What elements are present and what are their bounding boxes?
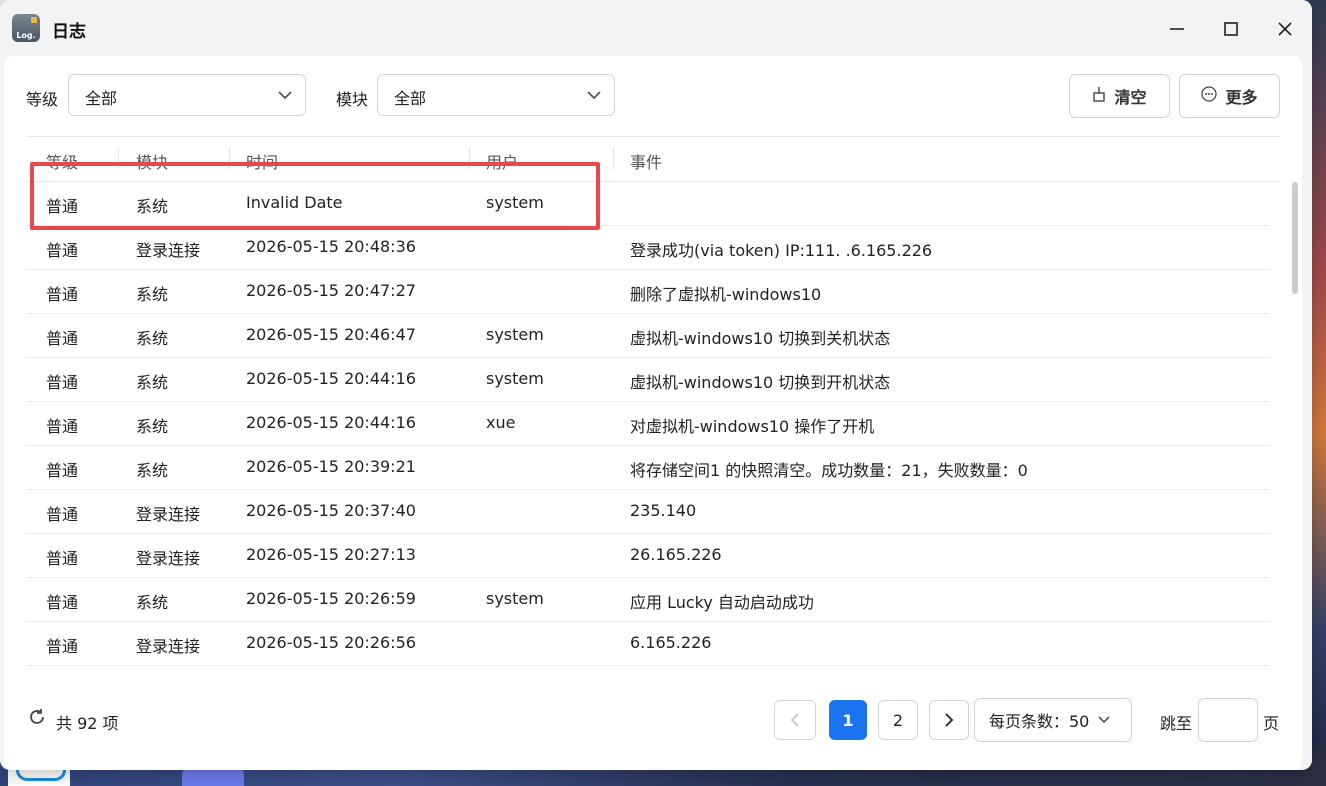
more-button-label: 更多 [1225,88,1258,107]
row-user: system [486,589,544,608]
row-module: 登录连接 [136,505,201,524]
page-suffix-label: 页 [1263,714,1280,733]
row-event: 应用 Lucky 自动启动成功 [630,593,814,612]
page-size-value: 每页条数：50 [989,712,1090,731]
total-count: 共 92 项 [56,714,119,733]
row-time: 2026-05-15 20:47:27 [246,281,416,300]
row-module: 系统 [136,593,169,612]
row-event: 虚拟机-windows10 切换到关机状态 [630,329,891,348]
highlight-box [30,162,600,230]
chevron-down-icon [1098,716,1110,724]
row-time: 2026-05-15 20:26:56 [246,633,416,652]
chevron-left-icon [790,713,799,727]
row-event: 235.140 [630,501,697,520]
row-event: 将存储空间1 的快照清空。成功数量：21，失败数量：0 [630,461,1028,480]
refresh-icon[interactable] [28,708,46,731]
row-event: 26.165.226 [630,545,722,564]
level-filter-value: 全部 [85,89,118,108]
row-time: 2026-05-15 20:46:47 [246,325,416,344]
row-module: 系统 [136,373,169,392]
table-row[interactable]: 普通 系统 2026-05-15 20:39:21 将存储空间1 的快照清空。成功数量… [26,445,1270,490]
row-event: 对虚拟机-windows10 操作了开机 [630,417,875,436]
clear-button-label: 清空 [1114,88,1147,107]
row-event: 虚拟机-windows10 切换到开机状态 [630,373,891,392]
column-divider [613,147,614,169]
row-event: 6.165.226 [630,633,712,652]
module-filter-label: 模块 [336,90,369,109]
level-filter-select[interactable]: 全部 [68,74,306,116]
row-module: 系统 [136,417,169,436]
row-level: 普通 [46,593,79,612]
broom-icon [1092,86,1106,106]
row-user: xue [486,413,516,432]
maximize-button[interactable] [1218,16,1244,42]
chevron-right-icon [945,713,954,727]
table-row[interactable]: 普通 登录连接 2026-05-15 20:37:40 235.140 [26,489,1270,534]
row-module: 登录连接 [136,241,201,260]
close-icon [1278,22,1292,36]
more-dots-icon [1201,86,1218,106]
row-module: 系统 [136,461,169,480]
row-level: 普通 [46,329,79,348]
table-row[interactable]: 普通 登录连接 2026-05-15 20:48:36 登录成功(via token)… [26,225,1270,270]
page-size-select[interactable]: 每页条数：50 [974,698,1132,742]
row-level: 普通 [46,285,79,304]
log-app-icon: Log. [12,14,40,42]
row-module: 系统 [136,329,169,348]
row-level: 普通 [46,505,79,524]
row-level: 普通 [46,549,79,568]
prev-page-button[interactable] [774,700,816,740]
jump-to-label: 跳至 [1160,714,1193,733]
table-row[interactable]: 普通 登录连接 2026-05-15 20:26:56 6.165.226 [26,621,1270,666]
row-time: 2026-05-15 20:39:21 [246,457,416,476]
jump-to-page-input[interactable] [1198,698,1258,742]
table-row[interactable]: 普通 系统 2026-05-15 20:44:16 xue 对虚拟机-windows10… [26,401,1270,446]
table-row[interactable]: 普通 系统 2026-05-15 20:46:47 system 虚拟机-windows… [26,313,1270,358]
clear-button[interactable]: 清空 [1069,74,1170,118]
chevron-down-icon [277,83,293,112]
maximize-icon [1224,22,1238,36]
row-level: 普通 [46,241,79,260]
window-title: 日志 [52,22,86,42]
row-event: 删除了虚拟机-windows10 [630,285,822,304]
module-filter-value: 全部 [394,89,427,108]
row-module: 登录连接 [136,549,201,568]
row-time: 2026-05-15 20:48:36 [246,237,416,256]
row-user: system [486,369,544,388]
module-filter-select[interactable]: 全部 [377,74,615,116]
log-window: Log. 日志 等级 全部 模块 全部 清空 更多 等级 模块 时间 用户 事件… [0,0,1312,770]
column-header-event[interactable]: 事件 [630,149,662,173]
page-button-1[interactable]: 1 [829,700,867,740]
row-time: 2026-05-15 20:44:16 [246,413,416,432]
table-row[interactable]: 普通 系统 2026-05-15 20:47:27 删除了虚拟机-windows10 [26,269,1270,314]
table-row[interactable]: 普通 系统 2026-05-15 20:26:59 system 应用 Lucky 自动… [26,577,1270,622]
row-level: 普通 [46,373,79,392]
row-time: 2026-05-15 20:37:40 [246,501,416,520]
title-bar[interactable]: Log. 日志 [0,0,1312,56]
level-filter-label: 等级 [26,90,59,109]
row-level: 普通 [46,417,79,436]
next-page-button[interactable] [929,700,969,740]
minimize-button[interactable] [1164,16,1190,42]
page-button-2[interactable]: 2 [878,700,918,740]
more-button[interactable]: 更多 [1179,74,1280,118]
chevron-down-icon [586,83,602,112]
row-time: 2026-05-15 20:44:16 [246,369,416,388]
close-button[interactable] [1272,16,1298,42]
row-module: 登录连接 [136,637,201,656]
row-user: system [486,325,544,344]
row-time: 2026-05-15 20:26:59 [246,589,416,608]
row-time: 2026-05-15 20:27:13 [246,545,416,564]
minimize-icon [1170,28,1184,30]
table-row[interactable]: 普通 系统 2026-05-15 20:44:16 system 虚拟机-windows… [26,357,1270,402]
row-event: 登录成功(via token) IP:111. .6.165.226 [630,241,933,260]
table-row[interactable]: 普通 登录连接 2026-05-15 20:27:13 26.165.226 [26,533,1270,578]
row-level: 普通 [46,461,79,480]
row-level: 普通 [46,637,79,656]
scrollbar-thumb[interactable] [1292,182,1298,294]
row-module: 系统 [136,285,169,304]
